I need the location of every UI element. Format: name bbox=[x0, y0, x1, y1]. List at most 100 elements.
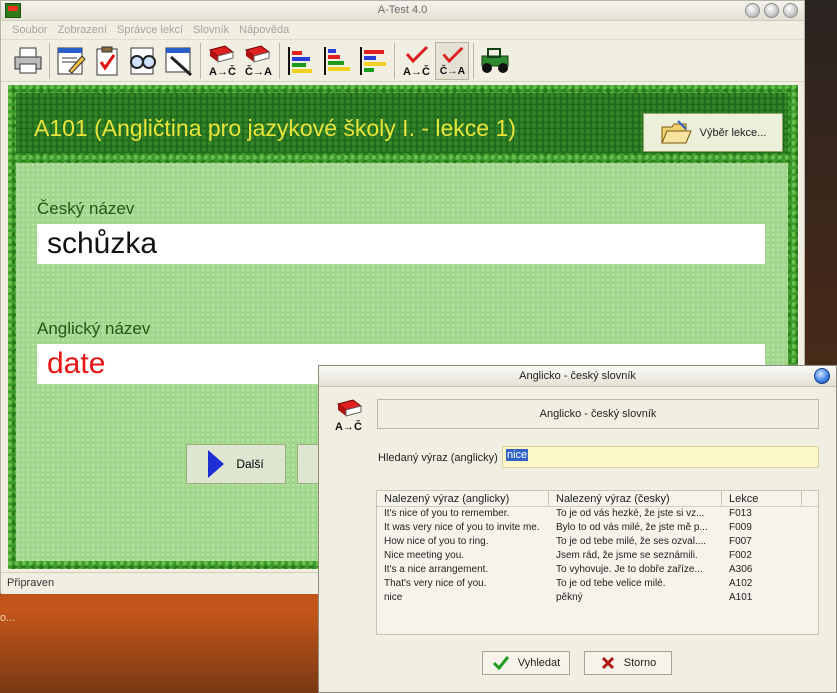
cell-czech: To je od tebe velice milé. bbox=[556, 578, 666, 589]
svg-text:Č→A: Č→A bbox=[440, 64, 466, 77]
stats-sort-button[interactable] bbox=[356, 42, 390, 80]
table-row[interactable]: Nice meeting you. Jsem rád, že jsme se se… bbox=[377, 549, 818, 563]
search-input[interactable]: nice bbox=[502, 446, 819, 468]
search-button-label: Vyhledat bbox=[517, 657, 561, 669]
column-czech[interactable]: Nalezený výraz (česky) bbox=[549, 491, 722, 506]
close-button[interactable] bbox=[783, 3, 798, 18]
window-title: A-Test 4.0 bbox=[377, 4, 428, 16]
checkmark-icon bbox=[492, 656, 509, 671]
jeep-button[interactable] bbox=[478, 42, 512, 80]
table-row[interactable]: It's a nice arrangement. To vyhovuje. Je … bbox=[377, 563, 818, 577]
book-cz-en-icon: Č→A bbox=[244, 44, 272, 78]
desktop-text: o... bbox=[0, 612, 16, 624]
stats-up-button[interactable] bbox=[284, 42, 318, 80]
column-lesson[interactable]: Lekce bbox=[722, 491, 802, 506]
cell-english: Nice meeting you. bbox=[384, 550, 465, 561]
edit-icon bbox=[57, 47, 86, 74]
printer-icon bbox=[14, 47, 42, 73]
cell-english: That's very nice of you. bbox=[384, 578, 487, 589]
cell-czech: To je od vás hezké, že jste si vz... bbox=[556, 508, 705, 519]
dialog-title: Anglicko - český slovník bbox=[519, 370, 636, 382]
magic-wand-icon bbox=[165, 47, 193, 76]
search-button[interactable]: Vyhledat bbox=[482, 651, 570, 675]
svg-text:A→Č: A→Č bbox=[335, 420, 362, 432]
cell-lesson: A101 bbox=[729, 592, 753, 603]
stats-down-button[interactable] bbox=[320, 42, 354, 80]
cell-czech: Jsem rád, že jsme se seznámili. bbox=[556, 550, 698, 561]
svg-text:A→Č: A→Č bbox=[403, 65, 430, 78]
cell-lesson: F009 bbox=[729, 522, 752, 533]
check-en-cz-icon: A→Č bbox=[403, 45, 430, 78]
cell-lesson: F007 bbox=[729, 536, 752, 547]
results-list[interactable]: Nalezený výraz (anglicky) Nalezený výraz… bbox=[376, 490, 819, 635]
clipboard-check-icon bbox=[96, 46, 118, 75]
review-button[interactable] bbox=[126, 42, 160, 80]
search-value: nice bbox=[506, 449, 529, 461]
table-row[interactable]: nice pěkný A101 bbox=[377, 591, 818, 605]
table-row[interactable]: It's nice of you to remember. To je od vá… bbox=[377, 507, 818, 521]
dictionary-cz-en-button[interactable]: Č→A bbox=[241, 42, 275, 80]
test-en-cz-button[interactable]: A→Č bbox=[399, 42, 433, 80]
cross-icon bbox=[601, 656, 614, 670]
menu-soubor[interactable]: Soubor bbox=[7, 24, 52, 36]
cancel-button[interactable]: Storno bbox=[584, 651, 672, 675]
play-icon bbox=[208, 450, 225, 478]
cell-czech: To je od tebe milé, že ses ozval.... bbox=[556, 536, 707, 547]
column-english[interactable]: Nalezený výraz (anglicky) bbox=[377, 491, 549, 506]
svg-text:A→Č: A→Č bbox=[209, 65, 236, 78]
cell-english: It's a nice arrangement. bbox=[384, 564, 489, 575]
book-en-cz-icon: A→Č bbox=[208, 44, 236, 78]
cell-english: It's nice of you to remember. bbox=[384, 508, 510, 519]
maximize-button[interactable] bbox=[764, 3, 779, 18]
cell-english: It was very nice of you to invite me. bbox=[384, 522, 540, 533]
cancel-button-label: Storno bbox=[623, 657, 657, 669]
menu-spravce-lekci[interactable]: Správce lekcí bbox=[112, 24, 188, 36]
dictionary-en-cz-button[interactable]: A→Č bbox=[205, 42, 239, 80]
search-label: Hledaný výraz (anglicky) bbox=[378, 452, 498, 464]
dialog-caption: Anglicko - český slovník bbox=[377, 399, 819, 429]
czech-name-label: Český název bbox=[37, 199, 135, 218]
print-button[interactable] bbox=[11, 42, 45, 80]
glasses-icon bbox=[130, 47, 156, 74]
cell-english: nice bbox=[384, 592, 403, 603]
minimize-button[interactable] bbox=[745, 3, 760, 18]
bar-chart-up-icon bbox=[288, 46, 312, 75]
menu-bar: Soubor Zobrazení Správce lekcí Slovník N… bbox=[1, 21, 804, 40]
folder-icon bbox=[660, 119, 692, 143]
czech-name-field: schůzka bbox=[37, 224, 765, 264]
next-button[interactable]: Další bbox=[186, 444, 286, 484]
results-header: Nalezený výraz (anglicky) Nalezený výraz… bbox=[377, 491, 818, 507]
menu-zobrazeni[interactable]: Zobrazení bbox=[52, 24, 112, 36]
next-label: Další bbox=[236, 457, 264, 471]
dialog-close-button[interactable] bbox=[814, 368, 830, 384]
title-bar[interactable]: A-Test 4.0 bbox=[1, 1, 804, 21]
wizard-button[interactable] bbox=[162, 42, 196, 80]
lesson-header: A101 (Angličtina pro jazykové školy I. -… bbox=[16, 93, 788, 153]
check-cz-en-icon: Č→A bbox=[440, 46, 466, 77]
bar-chart-down-icon bbox=[324, 46, 350, 75]
cell-lesson: F002 bbox=[729, 550, 752, 561]
dialog-book-icon: A→Č bbox=[333, 398, 367, 435]
jeep-icon bbox=[481, 47, 509, 73]
cell-english: How nice of you to ring. bbox=[384, 536, 489, 547]
table-row[interactable]: How nice of you to ring. To je od tebe mi… bbox=[377, 535, 818, 549]
cell-lesson: F013 bbox=[729, 508, 752, 519]
select-lesson-label: Výběr lekce... bbox=[699, 126, 767, 139]
table-row[interactable]: It was very nice of you to invite me. Byl… bbox=[377, 521, 818, 535]
svg-text:Č→A: Č→A bbox=[245, 65, 272, 78]
english-name-label: Anglický název bbox=[37, 319, 151, 338]
menu-napoveda[interactable]: Nápověda bbox=[234, 24, 294, 36]
edit-button[interactable] bbox=[54, 42, 88, 80]
select-lesson-button[interactable]: Výběr lekce... bbox=[643, 113, 783, 152]
cell-czech: To vyhovuje. Je to dobře zaříze... bbox=[556, 564, 703, 575]
dialog-title-bar[interactable]: Anglicko - český slovník bbox=[319, 366, 836, 387]
dictionary-dialog: Anglicko - český slovník A→Č Anglicko - … bbox=[318, 365, 837, 693]
cell-czech: pěkný bbox=[556, 592, 583, 603]
cell-lesson: A102 bbox=[729, 578, 753, 589]
cell-lesson: A306 bbox=[729, 564, 753, 575]
menu-slovnik[interactable]: Slovník bbox=[188, 24, 234, 36]
table-row[interactable]: That's very nice of you. To je od tebe ve… bbox=[377, 577, 818, 591]
test-cz-en-button[interactable]: Č→A bbox=[435, 41, 469, 80]
toolbar: A→Č Č→A A→Č Č→A bbox=[1, 40, 804, 82]
test-button[interactable] bbox=[90, 42, 124, 80]
